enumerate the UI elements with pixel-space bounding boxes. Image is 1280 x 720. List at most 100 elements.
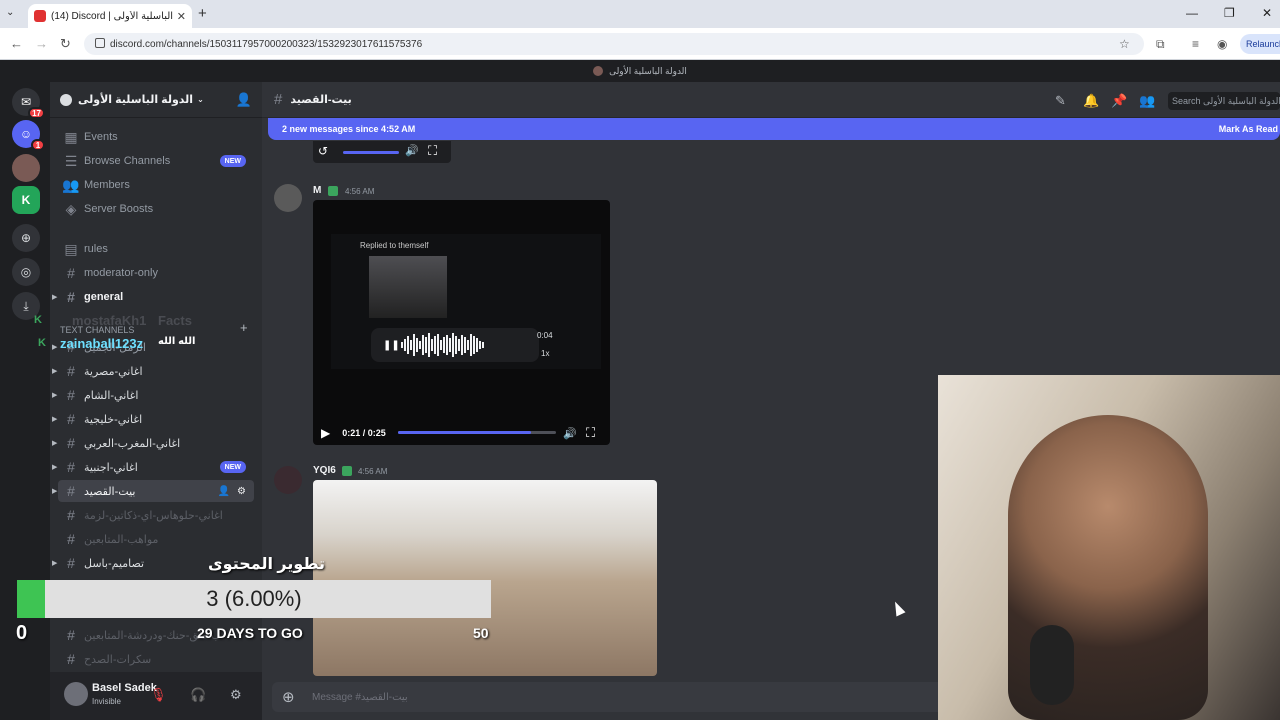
waveform-bar bbox=[473, 336, 475, 354]
message-timestamp: 4:56 AM bbox=[345, 187, 375, 196]
user-panel: Basel Sadek Invisible 🎙 🎧 ⚙ bbox=[50, 672, 262, 720]
mark-as-read-button[interactable]: Mark As Read bbox=[1219, 124, 1278, 134]
volume-icon[interactable]: 🔊 bbox=[563, 427, 577, 440]
new-tab-icon[interactable]: + bbox=[198, 5, 207, 22]
server-icon-discord[interactable]: ☺ 1 bbox=[12, 120, 45, 151]
video-progress-bar[interactable] bbox=[398, 431, 556, 434]
sidebar-item-label: Events bbox=[84, 131, 118, 143]
fullscreen-icon[interactable]: ⛶ bbox=[586, 425, 595, 441]
browser-tab[interactable]: (14) Discord | الدولة الباسلية الأولى # … bbox=[28, 4, 192, 28]
channel-item-selected[interactable]: ▶ # بيت-القصيد 👤 ⚙ bbox=[52, 480, 254, 502]
alert-text: الله الله bbox=[158, 336, 196, 347]
threads-icon[interactable]: ✎ bbox=[1055, 93, 1066, 109]
server-icon-k[interactable]: K bbox=[12, 186, 40, 214]
search-input[interactable]: Search الدولة الباسلية الأولى bbox=[1168, 92, 1280, 110]
invite-icon[interactable]: 👤 bbox=[236, 92, 252, 108]
hash-icon: # bbox=[67, 435, 75, 451]
member-list-icon[interactable]: 👥 bbox=[1139, 93, 1155, 109]
add-server-icon[interactable]: ⊕ bbox=[12, 224, 40, 252]
fullscreen-icon[interactable]: ⛶ bbox=[428, 143, 437, 159]
volume-slider[interactable] bbox=[343, 151, 399, 154]
message-author[interactable]: YQI6 bbox=[313, 465, 336, 476]
app-title: الدولة الباسلية الأولى bbox=[609, 65, 687, 76]
close-tab-icon[interactable]: ✕ bbox=[177, 10, 186, 23]
channel-item[interactable]: # سكرات-الصدح bbox=[58, 648, 254, 670]
channel-label: سكرات-الصدح bbox=[84, 653, 152, 666]
message-author[interactable]: M bbox=[313, 185, 321, 196]
extensions-icon[interactable]: ⧉ bbox=[1156, 37, 1165, 52]
forward-icon[interactable]: → bbox=[35, 36, 48, 51]
channel-label: اغاني-خليجية bbox=[84, 413, 143, 426]
waveform-bar bbox=[470, 334, 472, 356]
gear-icon[interactable]: ⚙ bbox=[237, 486, 246, 497]
hash-icon: # bbox=[67, 411, 75, 427]
volume-icon[interactable]: 🔊 bbox=[405, 144, 419, 157]
hash-icon: # bbox=[67, 265, 75, 281]
pin-icon[interactable]: 📌 bbox=[1111, 93, 1127, 109]
pause-icon[interactable]: ❚❚ bbox=[383, 340, 400, 351]
image-attachment[interactable] bbox=[313, 480, 657, 676]
waveform-bar bbox=[425, 337, 427, 353]
sidebar-item-server-boosts[interactable]: ◈ Server Boosts bbox=[58, 198, 254, 220]
profile-icon[interactable]: ◉ bbox=[1217, 37, 1227, 51]
unread-indicator-icon: ▶ bbox=[52, 488, 58, 495]
audio-waveform bbox=[401, 333, 484, 357]
add-attachment-icon[interactable]: ⊕ bbox=[282, 688, 295, 706]
replay-icon[interactable]: ↺ bbox=[318, 144, 328, 158]
server-header[interactable]: الدولة الباسلية الأولى ⌄ 👤 bbox=[50, 82, 262, 118]
sidebar-item-browse-channels[interactable]: ☰ Browse Channels NEW bbox=[58, 150, 254, 172]
media-controls-icon[interactable]: ≡ bbox=[1192, 37, 1199, 51]
reload-icon[interactable]: ↻ bbox=[60, 36, 71, 52]
waveform-bar bbox=[458, 339, 460, 351]
unread-indicator-icon: ▶ bbox=[52, 416, 58, 423]
channel-item[interactable]: ▶ # اغاني-مصرية bbox=[52, 360, 254, 382]
channel-rules[interactable]: ▤ rules bbox=[58, 238, 254, 260]
channel-item[interactable]: ▶ # اغاني-اجنبية NEW bbox=[52, 456, 254, 478]
site-info-icon[interactable] bbox=[95, 38, 105, 48]
avatar[interactable] bbox=[274, 466, 302, 494]
channel-item[interactable]: ▶ # اغاني-المغرب-العربي bbox=[52, 432, 254, 454]
video-progress-fill bbox=[398, 431, 531, 434]
invite-icon[interactable]: 👤 bbox=[218, 486, 230, 497]
mute-mic-icon[interactable]: 🎙 bbox=[150, 687, 167, 703]
app-titlebar: الدولة الباسلية الأولى bbox=[0, 60, 1280, 82]
goal-min: 0 bbox=[16, 622, 28, 644]
channel-general[interactable]: ▶ # general bbox=[52, 286, 254, 308]
channel-label: moderator-only bbox=[84, 267, 158, 279]
minimize-icon[interactable]: — bbox=[1186, 6, 1198, 20]
avatar[interactable] bbox=[274, 184, 302, 212]
channel-moderator-only[interactable]: # moderator-only bbox=[58, 262, 254, 284]
maximize-icon[interactable]: ❐ bbox=[1224, 6, 1235, 20]
direct-messages-icon[interactable]: ✉ 17 bbox=[12, 88, 45, 119]
add-channel-icon[interactable]: + bbox=[240, 320, 248, 335]
waveform-bar bbox=[479, 341, 481, 349]
headphones-icon[interactable]: 🎧 bbox=[190, 687, 206, 703]
server-name: الدولة الباسلية الأولى bbox=[78, 94, 194, 106]
discover-icon[interactable]: ◎ bbox=[12, 258, 40, 286]
new-badge: NEW bbox=[219, 155, 246, 167]
channel-item[interactable]: # مواهب-المتابعين bbox=[58, 528, 254, 550]
channel-item[interactable]: ▶ # اغاني-خليجية bbox=[52, 408, 254, 430]
hash-icon: # bbox=[67, 507, 75, 523]
play-icon[interactable]: ▶ bbox=[321, 426, 330, 440]
notification-bell-icon[interactable]: 🔔 bbox=[1083, 93, 1099, 109]
sidebar-item-members[interactable]: 👥 Members bbox=[58, 174, 254, 196]
goal-progress-text: 3 (6.00%) bbox=[206, 586, 302, 611]
server-icon-basel[interactable] bbox=[12, 154, 40, 182]
relaunch-button[interactable]: Relaunch bbox=[1240, 34, 1280, 54]
back-icon[interactable]: ← bbox=[10, 36, 23, 51]
tab-search-icon[interactable]: ⌄ bbox=[6, 7, 14, 18]
channel-item[interactable]: # اغاني-حلوهاس-اي-ذكاتين-لزمة bbox=[58, 504, 254, 526]
address-bar[interactable]: discord.com/channels/1503117957000200323… bbox=[84, 33, 1144, 55]
bookmark-star-icon[interactable]: ☆ bbox=[1119, 37, 1130, 51]
channel-label: تصاميم-باسل bbox=[84, 557, 145, 570]
video-attachment[interactable]: Replied to themself ❚❚ 0:04 1x ▶ 0:21 / … bbox=[313, 200, 610, 445]
video-controls: ▶ 0:21 / 0:25 🔊 ⛶ bbox=[313, 421, 610, 445]
sidebar-item-events[interactable]: ▦ Events bbox=[58, 126, 254, 148]
channel-item[interactable]: ▶ # اغاني-الشام bbox=[52, 384, 254, 406]
message-placeholder: Message #بيت-القصيد bbox=[312, 691, 408, 703]
avatar[interactable] bbox=[64, 682, 88, 706]
close-window-icon[interactable]: ✕ bbox=[1262, 6, 1272, 20]
new-messages-banner[interactable]: 2 new messages since 4:52 AM Mark As Rea… bbox=[268, 118, 1280, 140]
settings-gear-icon[interactable]: ⚙ bbox=[230, 687, 242, 703]
